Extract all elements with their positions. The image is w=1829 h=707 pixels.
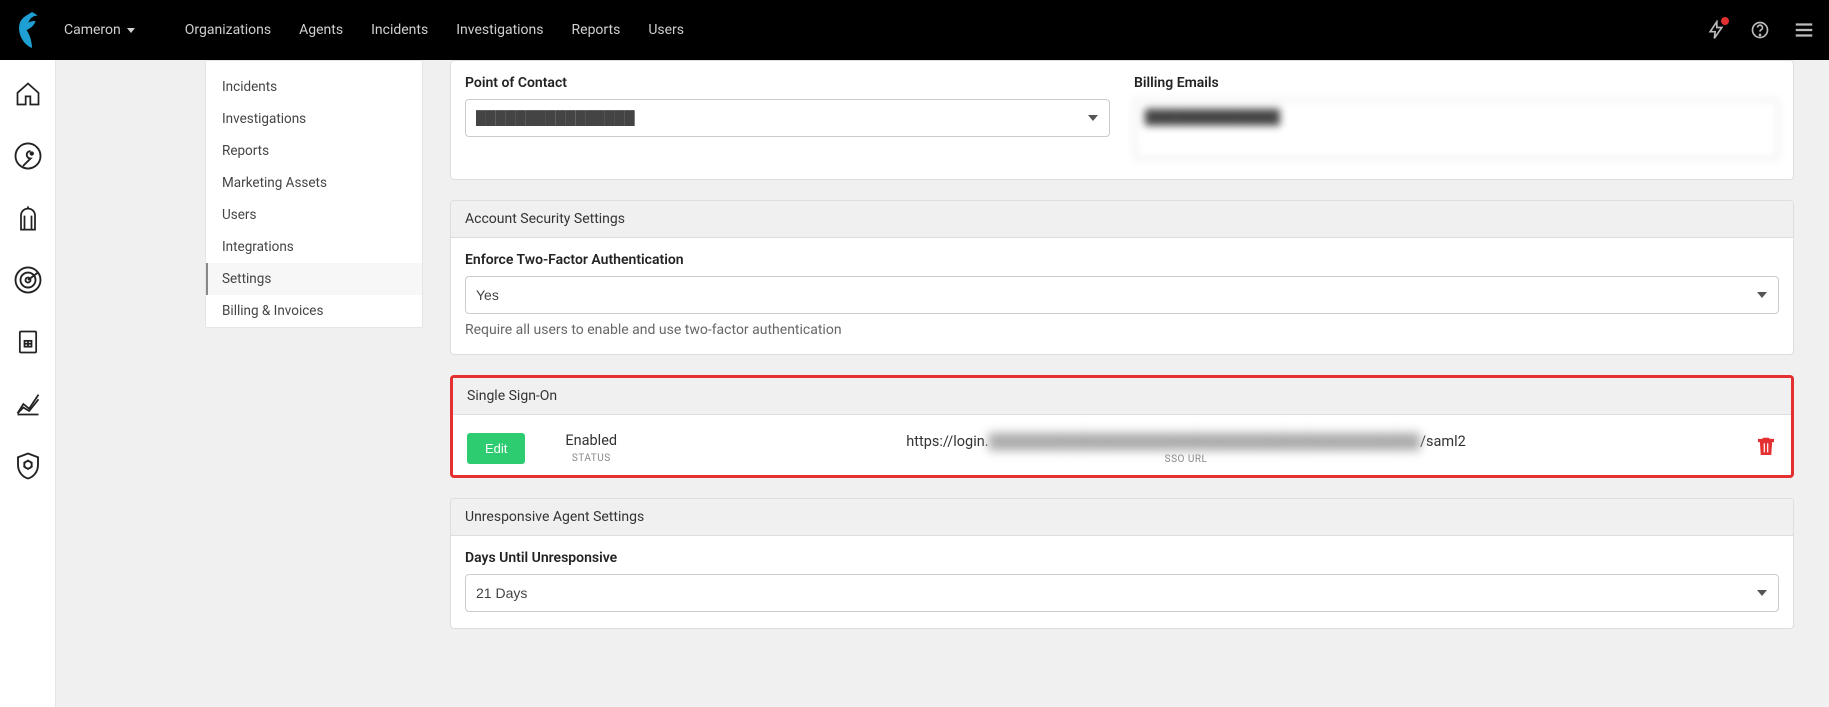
key-icon[interactable] — [12, 140, 44, 172]
nav-organizations[interactable]: Organizations — [185, 22, 271, 38]
nav-reports[interactable]: Reports — [572, 22, 621, 38]
poc-select[interactable]: ████████████████ — [465, 99, 1110, 137]
sso-status-value: Enabled — [565, 432, 617, 449]
nav-users[interactable]: Users — [648, 22, 684, 38]
home-icon[interactable] — [12, 78, 44, 110]
nav-agents[interactable]: Agents — [299, 22, 343, 38]
sidebar-item-integrations[interactable]: Integrations — [206, 231, 422, 263]
unresponsive-panel: Unresponsive Agent Settings Days Until U… — [450, 498, 1794, 629]
sidebar-item-billing[interactable]: Billing & Invoices — [206, 295, 422, 327]
top-navbar: Cameron Organizations Agents Incidents I… — [0, 0, 1829, 60]
sidebar-item-incidents[interactable]: Incidents — [206, 71, 422, 103]
sso-status-label: STATUS — [565, 453, 617, 464]
sso-panel-header: Single Sign-On — [453, 378, 1791, 415]
twofa-help-text: Require all users to enable and use two-… — [465, 322, 1779, 338]
contact-panel: Point of Contact ████████████████ Billin… — [450, 60, 1794, 180]
birdcage-icon[interactable] — [12, 202, 44, 234]
trash-icon — [1755, 435, 1777, 457]
sidebar-item-marketing-assets[interactable]: Marketing Assets — [206, 167, 422, 199]
unresponsive-panel-header: Unresponsive Agent Settings — [451, 499, 1793, 536]
nav-investigations[interactable]: Investigations — [456, 22, 543, 38]
security-panel: Account Security Settings Enforce Two-Fa… — [450, 200, 1794, 355]
chart-icon[interactable] — [12, 388, 44, 420]
caret-down-icon — [127, 28, 135, 33]
sso-panel: Single Sign-On Edit Enabled STATUS https… — [450, 375, 1794, 478]
sso-url-value: https://login.██████████████████████████… — [906, 433, 1466, 450]
notifications-button[interactable] — [1705, 19, 1727, 41]
user-dropdown[interactable]: Cameron — [64, 22, 135, 38]
twofa-label: Enforce Two-Factor Authentication — [465, 252, 1779, 268]
app-logo[interactable] — [14, 8, 50, 52]
sso-url-block: https://login.██████████████████████████… — [657, 431, 1715, 465]
radar-icon[interactable] — [12, 264, 44, 296]
security-panel-header: Account Security Settings — [451, 201, 1793, 238]
sso-edit-button[interactable]: Edit — [467, 433, 525, 464]
twofa-select[interactable]: Yes — [465, 276, 1779, 314]
sidebar-item-reports[interactable]: Reports — [206, 135, 422, 167]
nav-incidents[interactable]: Incidents — [371, 22, 428, 38]
user-name: Cameron — [64, 22, 121, 38]
shield-gear-icon[interactable] — [12, 450, 44, 482]
sidebar-item-users[interactable]: Users — [206, 199, 422, 231]
sso-delete-button[interactable] — [1755, 435, 1777, 461]
nav-links: Organizations Agents Incidents Investiga… — [185, 22, 684, 38]
sso-status-block: Enabled STATUS — [565, 432, 617, 464]
menu-button[interactable] — [1793, 19, 1815, 41]
days-select[interactable]: 21 Days — [465, 574, 1779, 612]
document-icon[interactable] — [12, 326, 44, 358]
settings-side-menu: Incidents Investigations Reports Marketi… — [205, 60, 423, 328]
notification-dot — [1721, 17, 1729, 25]
help-button[interactable] — [1749, 19, 1771, 41]
poc-label: Point of Contact — [465, 75, 1110, 91]
sidebar-item-settings[interactable]: Settings — [206, 263, 422, 295]
sidebar-item-investigations[interactable]: Investigations — [206, 103, 422, 135]
days-label: Days Until Unresponsive — [465, 550, 1779, 566]
sso-url-label: SSO URL — [657, 454, 1715, 465]
topbar-right — [1705, 19, 1815, 41]
slim-sidebar — [0, 60, 56, 707]
main-content: Point of Contact ████████████████ Billin… — [450, 60, 1809, 707]
billing-emails-input[interactable]: ████████████████ — [1134, 99, 1779, 159]
billing-emails-label: Billing Emails — [1134, 75, 1779, 91]
